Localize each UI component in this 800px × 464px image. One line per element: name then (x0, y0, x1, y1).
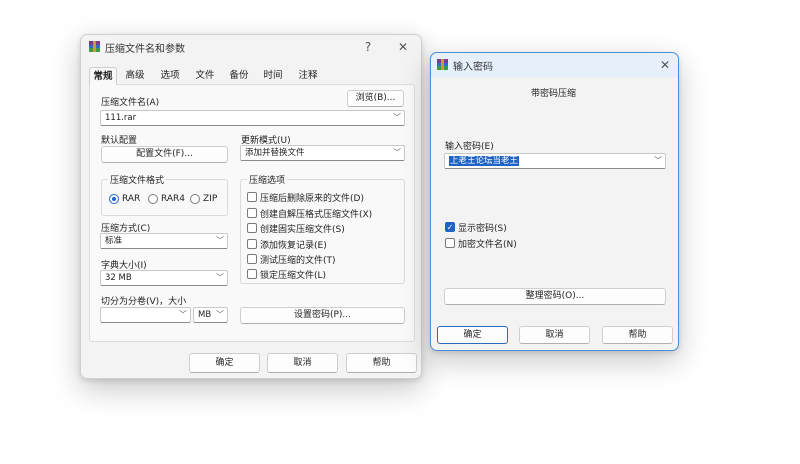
format-zip-label: ZIP (203, 194, 218, 204)
password-dialog-title: 输入密码 (453, 62, 493, 73)
encrypt-filenames-label: 加密文件名(N) (458, 240, 517, 250)
tab-general[interactable]: 常规 (89, 67, 117, 85)
compression-method-value: 标准 (105, 236, 123, 246)
close-icon[interactable]: ✕ (656, 56, 674, 74)
archive-format-title: 压缩文件格式 (108, 173, 167, 186)
archive-name-label: 压缩文件名(A) (101, 98, 160, 108)
format-rar4-label: RAR4 (161, 194, 186, 204)
compression-method-select[interactable]: 标准 ﹀ (100, 233, 228, 249)
dictionary-size-value: 32 MB (105, 273, 132, 283)
set-password-button[interactable]: 设置密码(P)... (240, 307, 405, 324)
password-dialog-subtitle: 带密码压缩 (531, 89, 577, 99)
update-mode-select[interactable]: 添加并替换文件 ﹀ (240, 145, 405, 161)
archive-options-group: 压缩选项 压缩后删除原来的文件(D) 创建自解压格式压缩文件(X) 创建固实压缩… (240, 173, 405, 284)
archive-name-combo[interactable]: 111.rar ﹀ (100, 110, 405, 126)
profiles-button[interactable]: 配置文件(F)... (101, 146, 228, 163)
tab-comment[interactable]: 注释 (294, 67, 322, 85)
enter-password-dialog: 输入密码 ✕ 带密码压缩 输入密码(E) 上老王论坛当老王 ﹀ ✓ 显示密码(S… (430, 52, 679, 351)
password-help-button[interactable]: 帮助 (602, 326, 673, 344)
sfx-checkbox[interactable] (247, 208, 257, 218)
archive-format-group: 压缩文件格式 RAR RAR4 ZIP (101, 173, 228, 216)
close-icon[interactable]: ✕ (394, 38, 412, 56)
tab-advanced[interactable]: 高级 (121, 67, 149, 85)
archive-name-value: 111.rar (105, 113, 137, 123)
dictionary-size-select[interactable]: 32 MB ﹀ (100, 270, 228, 286)
tab-time[interactable]: 时间 (259, 67, 287, 85)
show-password-label: 显示密码(S) (458, 224, 507, 234)
format-rar-radio[interactable] (109, 194, 119, 204)
solid-checkbox[interactable] (247, 223, 257, 233)
chevron-down-icon: ﹀ (216, 236, 224, 245)
solid-label: 创建固实压缩文件(S) (260, 225, 345, 235)
chevron-down-icon: ﹀ (393, 148, 401, 157)
chevron-down-icon: ﹀ (216, 310, 224, 319)
password-ok-button[interactable]: 确定 (437, 326, 508, 344)
password-cancel-button[interactable]: 取消 (519, 326, 590, 344)
lock-archive-label: 锁定压缩文件(L) (260, 271, 327, 281)
password-value: 上老王论坛当老王 (449, 156, 520, 166)
format-zip-radio[interactable] (190, 194, 200, 204)
password-dialog-titlebar[interactable]: 输入密码 ✕ (431, 53, 678, 77)
password-label: 输入密码(E) (445, 142, 494, 152)
winrar-app-icon (437, 59, 448, 70)
split-unit-value: MB (198, 310, 212, 320)
split-volumes-label: 切分为分卷(V)，大小 (101, 297, 187, 307)
help-button[interactable]: 帮助 (346, 353, 417, 373)
split-unit-select[interactable]: MB ﹀ (193, 307, 228, 323)
format-rar4-radio[interactable] (148, 194, 158, 204)
tab-options[interactable]: 选项 (156, 67, 184, 85)
recovery-record-checkbox[interactable] (247, 239, 257, 249)
winrar-app-icon (89, 41, 100, 52)
recovery-record-label: 添加恢复记录(E) (260, 241, 327, 251)
default-profile-label: 默认配置 (101, 136, 138, 146)
test-files-label: 测试压缩的文件(T) (260, 256, 336, 266)
sfx-label: 创建自解压格式压缩文件(X) (260, 210, 373, 220)
cancel-button[interactable]: 取消 (267, 353, 338, 373)
password-input[interactable]: 上老王论坛当老王 ﹀ (444, 153, 666, 169)
encrypt-filenames-checkbox[interactable] (445, 238, 455, 248)
tab-files[interactable]: 文件 (191, 67, 219, 85)
archive-parameters-dialog: 压缩文件名和参数 ? ✕ 常规 高级 选项 文件 备份 时间 注释 压缩文件名(… (80, 34, 422, 379)
archive-dialog-titlebar[interactable]: 压缩文件名和参数 ? ✕ (81, 35, 421, 59)
update-mode-value: 添加并替换文件 (245, 148, 305, 158)
archive-dialog-title: 压缩文件名和参数 (105, 44, 185, 55)
format-rar-label: RAR (122, 194, 141, 204)
chevron-down-icon: ﹀ (179, 310, 187, 319)
test-files-checkbox[interactable] (247, 254, 257, 264)
tab-backup[interactable]: 备份 (225, 67, 253, 85)
ok-button[interactable]: 确定 (189, 353, 260, 373)
delete-after-checkbox[interactable] (247, 192, 257, 202)
archive-options-title: 压缩选项 (247, 173, 288, 186)
show-password-checkbox[interactable]: ✓ (445, 222, 455, 232)
organize-passwords-button[interactable]: 整理密码(O)... (444, 288, 666, 305)
lock-archive-checkbox[interactable] (247, 269, 257, 279)
browse-button[interactable]: 浏览(B)... (347, 90, 404, 107)
chevron-down-icon: ﹀ (654, 156, 662, 165)
delete-after-label: 压缩后删除原来的文件(D) (260, 194, 364, 204)
split-size-combo[interactable]: ﹀ (100, 307, 191, 323)
help-title-icon[interactable]: ? (359, 38, 377, 56)
chevron-down-icon: ﹀ (216, 273, 224, 282)
chevron-down-icon: ﹀ (393, 113, 401, 122)
